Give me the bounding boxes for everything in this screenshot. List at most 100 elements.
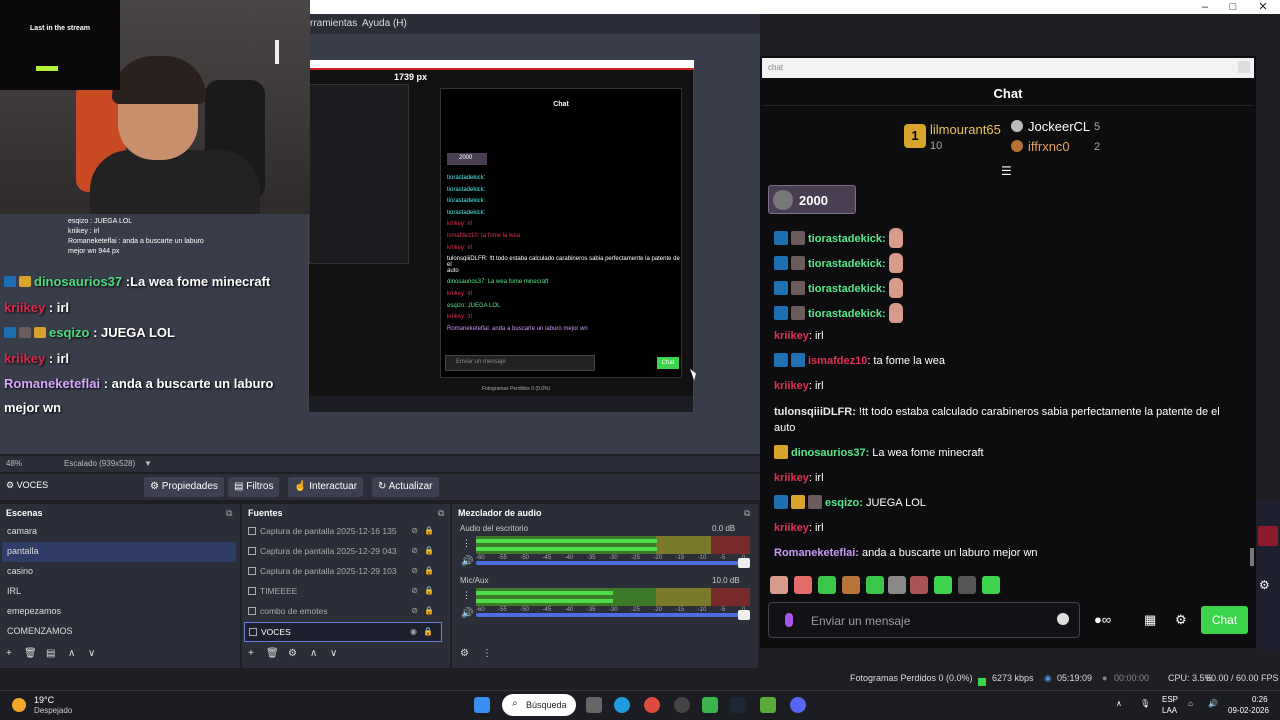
chat-username[interactable]: kriikey <box>774 472 809 484</box>
steam-icon[interactable] <box>730 697 746 713</box>
add-scene-button[interactable]: + <box>6 648 12 659</box>
emote-icon[interactable] <box>910 576 928 594</box>
windows-start-icon[interactable] <box>474 697 490 713</box>
chat-username[interactable]: tiorastadekick: <box>808 258 886 270</box>
pinned-goal[interactable]: 2000 <box>768 185 856 214</box>
network-icon[interactable]: ⌂ <box>1188 699 1193 708</box>
lock-icon[interactable]: 🔒 <box>424 606 434 615</box>
speaker-icon[interactable]: 🔊 <box>461 556 473 567</box>
source-item[interactable]: Captura de pantalla 2025-12-29 043 ⊘ 🔒 <box>244 542 442 562</box>
filters-button[interactable]: ▤ Filtros <box>228 477 280 497</box>
chat-username[interactable]: kriikey <box>774 380 809 392</box>
chat-input[interactable]: Enviar un mensaje <box>768 602 1080 638</box>
menu-tools[interactable]: rramientas <box>310 18 357 29</box>
mixer-menu-button[interactable]: ⋮ <box>482 648 492 659</box>
visibility-icon[interactable]: ⊘ <box>411 566 418 575</box>
clock-time[interactable]: 0:26 <box>1252 695 1268 704</box>
remove-source-button[interactable]: 🗑 <box>266 648 279 659</box>
emote-icon[interactable] <box>958 576 976 594</box>
dock-popout-icon[interactable]: ⧉ <box>438 508 444 519</box>
microphone-tray-icon[interactable]: 🎙 <box>1140 699 1150 708</box>
taskbar-search[interactable]: ⌕ Búsqueda <box>502 694 576 716</box>
channel-menu-icon[interactable]: ⋮ <box>462 538 471 549</box>
visibility-icon[interactable]: ⊘ <box>411 526 418 535</box>
lock-icon[interactable]: 🔒 <box>424 526 434 535</box>
source-item[interactable]: VOCES ◉ 🔒 <box>244 622 442 642</box>
emote-icon[interactable] <box>888 576 906 594</box>
tray-chevron-icon[interactable]: ∧ <box>1116 699 1122 708</box>
scale-mode[interactable]: Escalado (939x528) <box>64 459 135 468</box>
emote-icon[interactable] <box>770 576 788 594</box>
lock-icon[interactable]: 🔒 <box>424 566 434 575</box>
visibility-icon[interactable]: ◉ <box>410 627 417 636</box>
visibility-icon[interactable]: ⊘ <box>411 586 418 595</box>
lock-icon[interactable]: 🔒 <box>424 586 434 595</box>
emote-icon[interactable] <box>818 576 836 594</box>
scene-item[interactable]: camara <box>2 522 236 542</box>
source-item[interactable]: combo de emotes ⊘ 🔒 <box>244 602 442 622</box>
interact-button[interactable]: ☝ Interactuar <box>288 477 364 497</box>
source-item[interactable]: TIMEEEE ⊘ 🔒 <box>244 582 442 602</box>
sort-icon[interactable]: ☰ <box>1001 164 1012 178</box>
emoji-icon[interactable] <box>1057 613 1069 625</box>
chat-scrollbar[interactable] <box>1250 548 1254 566</box>
close-icon[interactable]: ✕ <box>1248 0 1278 14</box>
clock-date[interactable]: 09-02-2026 <box>1228 706 1269 715</box>
scene-filters-button[interactable]: ▤ <box>46 648 55 659</box>
close-icon[interactable] <box>1238 61 1250 73</box>
move-down-button[interactable]: ∨ <box>88 648 95 659</box>
chat-username[interactable]: tiorastadekick: <box>808 233 886 245</box>
emote-icon[interactable] <box>866 576 884 594</box>
remove-scene-button[interactable]: 🗑 <box>24 648 37 659</box>
menu-help[interactable]: Ayuda (H) <box>362 18 407 29</box>
minimize-icon[interactable]: – <box>1190 0 1220 14</box>
emote-icon[interactable] <box>934 576 952 594</box>
weather-sun-icon[interactable] <box>12 698 26 712</box>
mixer-settings-button[interactable]: ⚙ <box>460 648 469 659</box>
scene-item[interactable]: COMENZAMOS <box>2 622 236 642</box>
volume-slider[interactable] <box>476 558 750 568</box>
minecraft-icon[interactable] <box>702 697 718 713</box>
lock-icon[interactable]: 🔒 <box>423 627 433 636</box>
zoom-level[interactable]: 48% <box>6 459 22 468</box>
visibility-icon[interactable]: ⊘ <box>411 606 418 615</box>
scene-item[interactable]: casino <box>2 562 236 582</box>
weather-desc[interactable]: Despejado <box>34 706 72 715</box>
dock-popout-icon[interactable]: ⧉ <box>744 508 750 519</box>
gear-icon[interactable]: ⚙ <box>1259 578 1270 592</box>
emote-icon[interactable] <box>794 576 812 594</box>
volume-slider[interactable] <box>476 610 750 620</box>
weather-temp[interactable]: 19°C <box>34 695 54 705</box>
edge-icon[interactable] <box>614 697 630 713</box>
store-icon[interactable]: ▦ <box>1144 612 1156 628</box>
source-item[interactable]: Captura de pantalla 2025-12-29 103 ⊘ 🔒 <box>244 562 442 582</box>
chat-username[interactable]: tiorastadekick: <box>808 308 886 320</box>
volume-slider-handle[interactable] <box>738 558 750 568</box>
chat-username[interactable]: Romaneketeflai: <box>774 547 859 559</box>
speaker-icon[interactable]: 🔊 <box>461 608 473 619</box>
scene-item[interactable]: IRL <box>2 582 236 602</box>
chat-username[interactable]: kriikey <box>774 330 809 342</box>
volume-slider-handle[interactable] <box>738 610 750 620</box>
emote-icon[interactable] <box>982 576 1000 594</box>
chat-username[interactable]: esqizo: <box>825 497 863 509</box>
infinity-icon[interactable]: ●∞ <box>1094 612 1111 627</box>
language-layout[interactable]: LAA <box>1162 706 1177 715</box>
properties-button[interactable]: ⚙ Propiedades <box>144 477 224 497</box>
scene-item[interactable]: emepezamos <box>2 602 236 622</box>
chrome-icon[interactable] <box>644 697 660 713</box>
chat-username[interactable]: tulonsqiiiDLFR: <box>774 406 856 418</box>
move-up-button[interactable]: ∧ <box>310 648 317 659</box>
volume-icon[interactable]: 🔊 <box>1208 699 1218 708</box>
chevron-down-icon[interactable]: ▼ <box>144 459 152 468</box>
maximize-icon[interactable]: □ <box>1218 0 1248 14</box>
emote-icon[interactable] <box>842 576 860 594</box>
visibility-icon[interactable]: ⊘ <box>411 546 418 555</box>
minecraft-launcher-icon[interactable] <box>760 697 776 713</box>
move-up-button[interactable]: ∧ <box>68 648 75 659</box>
refresh-button[interactable]: ↻ Actualizar <box>372 477 439 497</box>
task-view-icon[interactable] <box>586 697 602 713</box>
discord-icon[interactable] <box>790 697 806 713</box>
chat-username[interactable]: dinosaurios37: <box>791 447 869 459</box>
channel-menu-icon[interactable]: ⋮ <box>462 590 471 601</box>
